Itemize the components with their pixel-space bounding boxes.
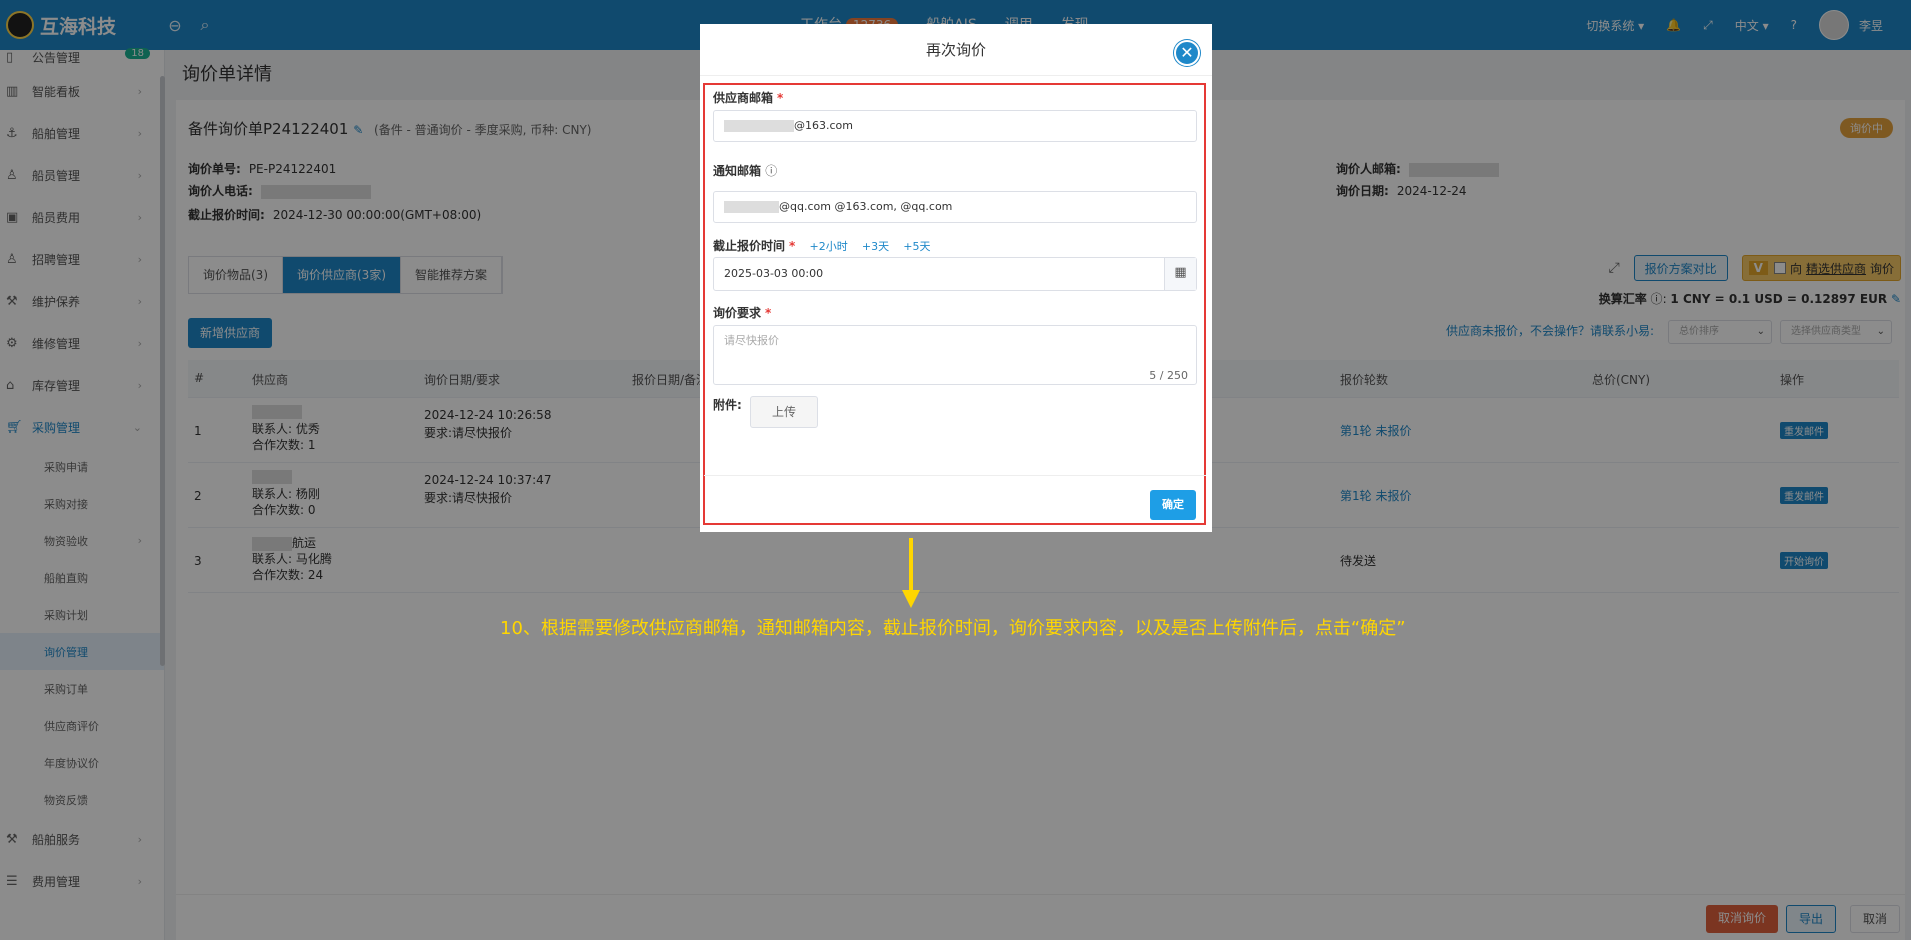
notify-email-label: 通知邮箱 ⓘ (713, 162, 777, 179)
deadline-value: 2025-03-03 00:00 (724, 267, 824, 280)
masked-value (724, 120, 794, 132)
quick-2h-link[interactable]: +2小时 (809, 240, 847, 253)
supplier-email-value: @163.com (794, 119, 853, 132)
info-icon: ⓘ (765, 164, 778, 178)
highlight-frame (703, 83, 1206, 525)
re-inquiry-dialog: 再次询价 ✕ 供应商邮箱 * @163.com 通知邮箱 ⓘ @qq.com @1… (700, 24, 1212, 532)
required-mark: * (789, 239, 796, 253)
notify-email-field[interactable]: @qq.com @163.com, @qq.com (713, 191, 1197, 223)
required-mark: * (777, 91, 784, 105)
requirement-label: 询价要求 * (713, 304, 771, 321)
char-counter: 5 / 250 (1149, 369, 1188, 382)
attachment-label: 附件: (713, 398, 742, 412)
field-label-text: 询价要求 (713, 306, 762, 320)
required-mark: * (765, 306, 772, 320)
annotation-arrow-head (902, 590, 920, 608)
close-icon[interactable]: ✕ (1174, 40, 1200, 66)
instruction-text: 10、根据需要修改供应商邮箱，通知邮箱内容，截止报价时间，询价要求内容，以及是否… (500, 618, 1406, 639)
upload-button[interactable]: 上传 (750, 396, 818, 428)
annotation-arrow (909, 538, 913, 592)
requirement-textarea[interactable]: 请尽快报价 5 / 250 (713, 325, 1197, 385)
supplier-email-field[interactable]: @163.com (713, 110, 1197, 142)
field-label-text: 供应商邮箱 (713, 91, 774, 105)
dialog-title: 再次询价 (700, 24, 1212, 76)
masked-value (724, 201, 779, 213)
field-label-text: 通知邮箱 (713, 164, 762, 178)
quick-3d-link[interactable]: +3天 (862, 240, 889, 253)
calendar-icon[interactable]: ▦ (1164, 258, 1196, 290)
field-label-text: 截止报价时间 (713, 239, 786, 253)
deadline-field[interactable]: 2025-03-03 00:00 ▦ (713, 257, 1197, 291)
supplier-email-label: 供应商邮箱 * (713, 89, 783, 106)
quick-5d-link[interactable]: +5天 (903, 240, 930, 253)
confirm-button[interactable]: 确定 (1150, 490, 1196, 520)
dialog-divider (704, 475, 1206, 476)
requirement-placeholder: 请尽快报价 (724, 334, 779, 347)
notify-email-value: @qq.com @163.com, @qq.com (779, 200, 953, 213)
deadline-label: 截止报价时间 * +2小时 +3天 +5天 (713, 237, 931, 254)
